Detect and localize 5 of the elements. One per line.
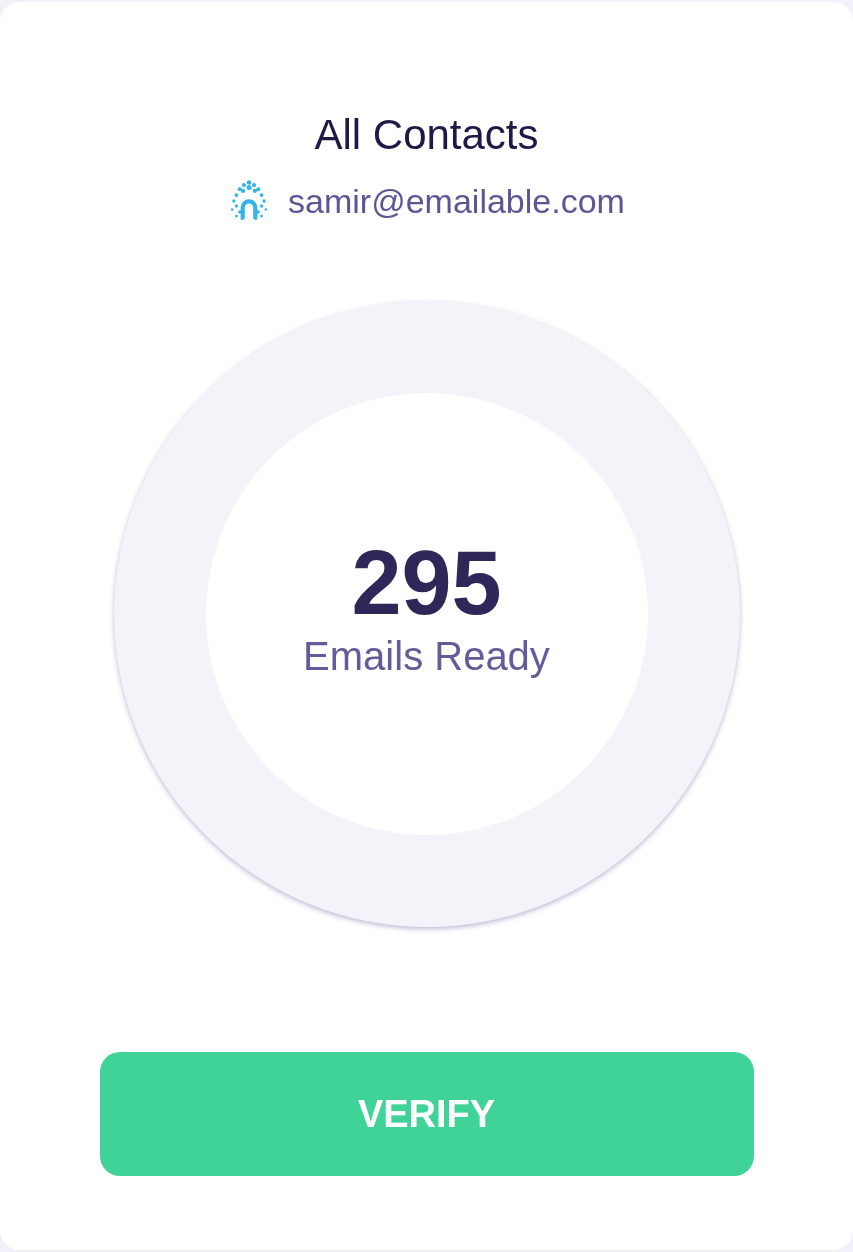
account-email: samir@emailable.com xyxy=(288,181,625,221)
verify-button[interactable]: VERIFY xyxy=(99,1052,754,1176)
count-label: Emails Ready xyxy=(303,633,550,679)
card-title: All Contacts xyxy=(314,110,539,160)
email-count: 295 xyxy=(351,535,502,631)
